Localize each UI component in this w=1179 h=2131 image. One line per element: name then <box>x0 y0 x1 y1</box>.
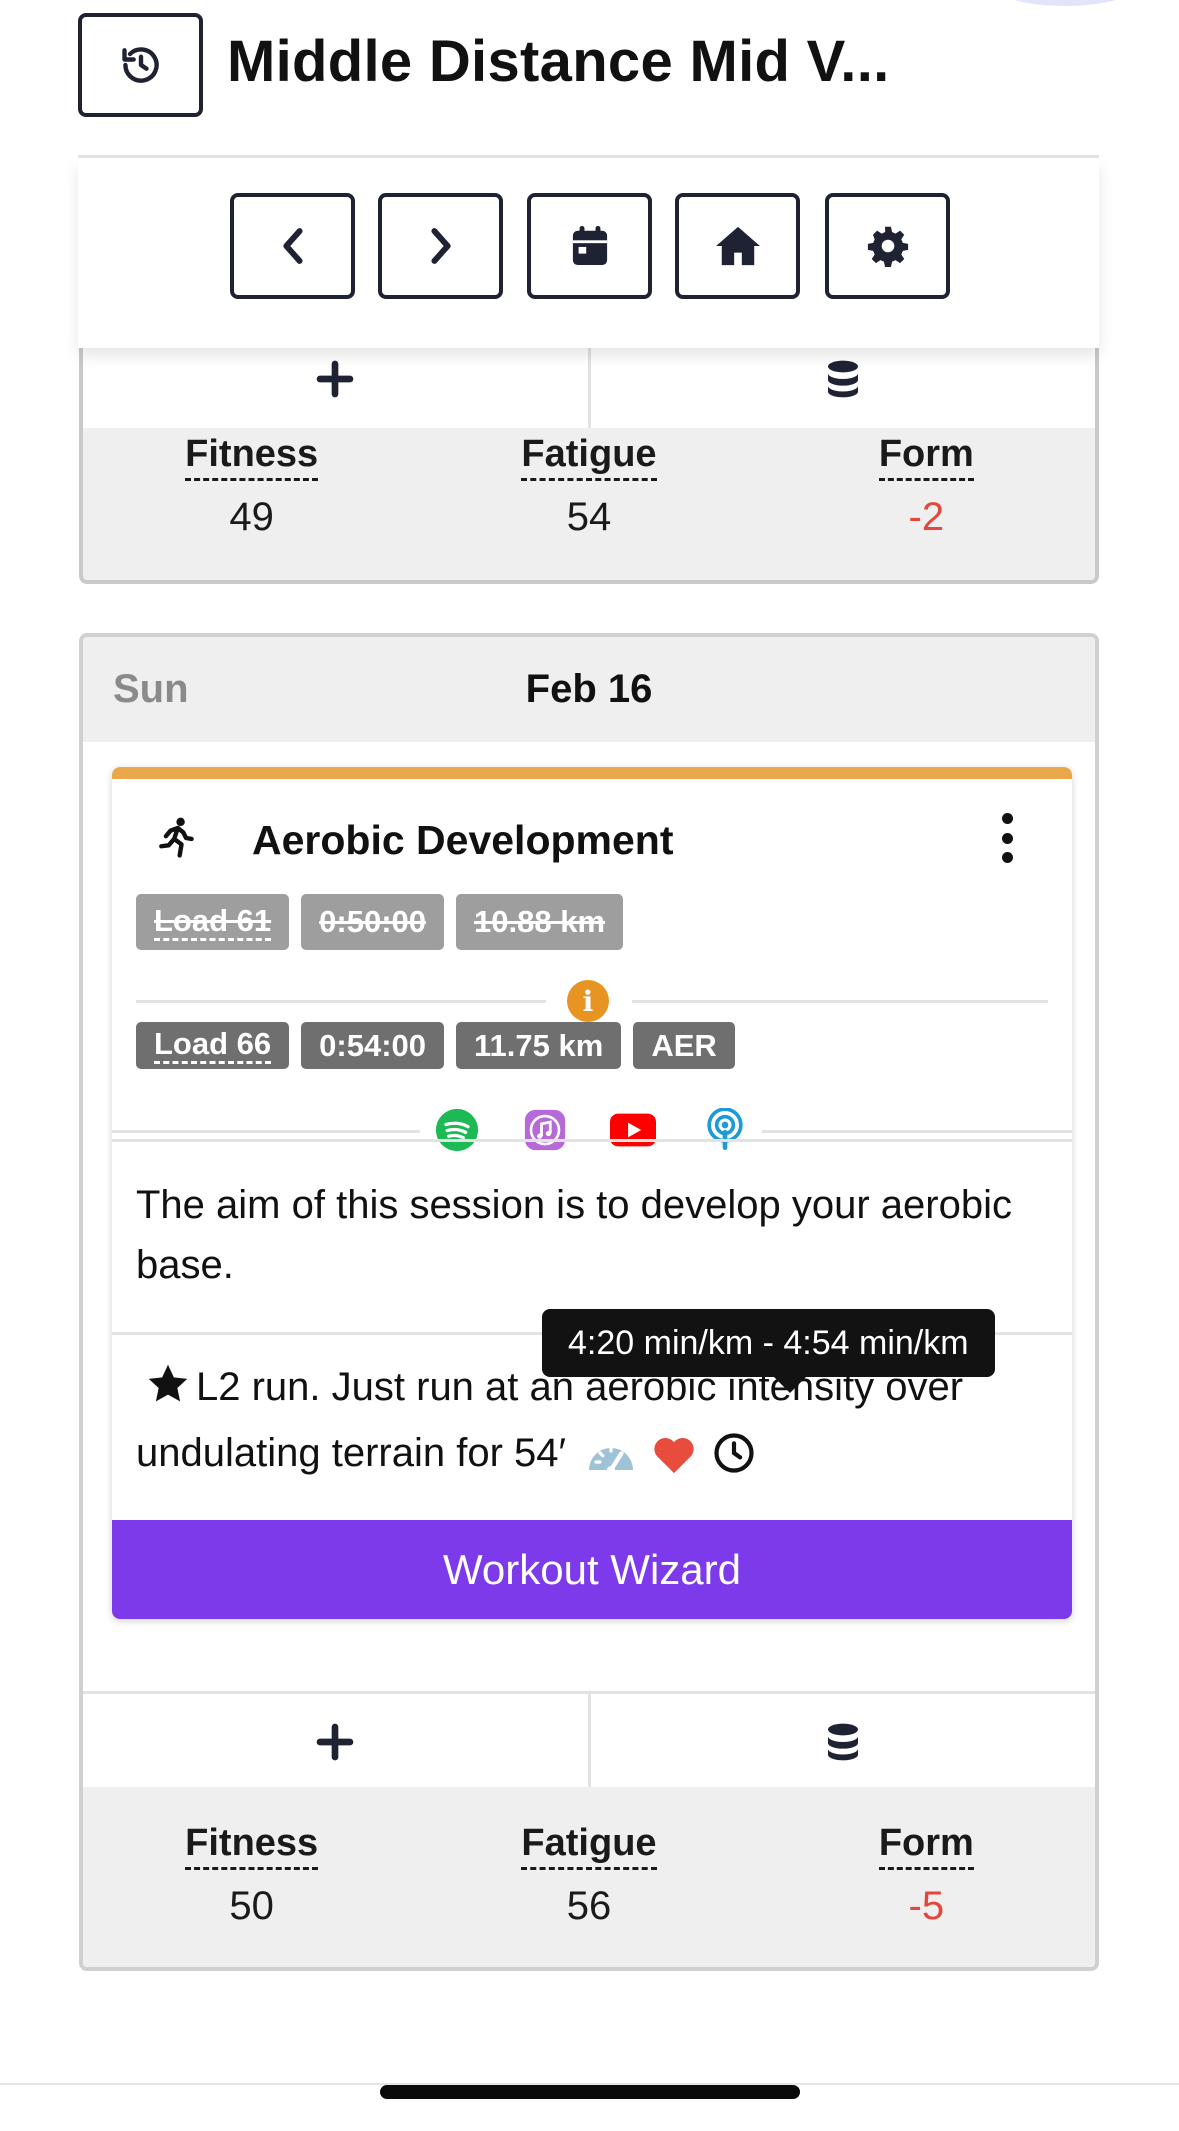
library-button[interactable] <box>587 1694 1096 1789</box>
previous-day-card: Fitness 49 Fatigue 54 Form -2 <box>79 330 1099 584</box>
chevron-left-icon <box>282 228 303 264</box>
settings-button[interactable] <box>825 193 950 299</box>
day-header: Sun Feb 16 <box>83 637 1095 742</box>
previous-day-metrics: Fitness 49 Fatigue 54 Form -2 <box>83 432 1095 539</box>
day-actions <box>83 1691 1095 1789</box>
history-icon <box>121 47 159 83</box>
planned-distance-badge: 10.88 km <box>456 894 624 950</box>
day-date: Feb 16 <box>525 667 653 711</box>
planned-load-text: Load 61 <box>154 903 272 941</box>
more-options-icon[interactable] <box>992 813 1022 863</box>
planned-divider-right <box>632 1000 1048 1003</box>
fitness-value: 49 <box>229 495 274 539</box>
home-icon <box>715 226 760 266</box>
fatigue-value: 54 <box>566 495 612 539</box>
runner-icon <box>154 815 198 866</box>
fitness-label[interactable]: Fitness <box>185 1821 319 1870</box>
youtube-icon[interactable] <box>610 1107 656 1153</box>
itunes-icon[interactable] <box>522 1107 568 1153</box>
previous-button[interactable] <box>230 193 355 299</box>
actual-load-badge[interactable]: Load 66 <box>136 1022 290 1069</box>
add-workout-button[interactable] <box>83 1694 588 1789</box>
info-icon[interactable]: i <box>567 980 609 1022</box>
form-value: -2 <box>908 495 945 539</box>
planned-duration-badge: 0:50:00 <box>301 894 445 950</box>
workout-description: The aim of this session is to develop yo… <box>136 1183 1012 1287</box>
plus-icon <box>316 1723 354 1760</box>
gear-icon <box>867 226 908 267</box>
actual-badges: Load 66 0:54:00 11.75 km AER <box>136 1022 735 1069</box>
media-divider-right <box>762 1130 1072 1133</box>
chevron-right-icon <box>430 228 451 264</box>
form-metric: Form -5 <box>758 1821 1095 1928</box>
form-label[interactable]: Form <box>878 432 974 481</box>
database-icon <box>827 360 858 398</box>
star-icon <box>146 1362 190 1423</box>
workout-title: Aerobic Development <box>252 817 674 863</box>
day-card: Sun Feb 16 Aerobic Development Load 61 0… <box>79 633 1099 1971</box>
workout-card[interactable]: Aerobic Development Load 61 0:50:00 10.8… <box>112 767 1072 1619</box>
clock-icon[interactable] <box>713 1431 755 1491</box>
fatigue-metric: Fatigue 56 <box>420 1821 757 1928</box>
next-button[interactable] <box>378 193 503 299</box>
home-indicator[interactable] <box>380 2085 800 2099</box>
actual-duration-badge: 0:54:00 <box>301 1022 445 1069</box>
calendar-icon <box>572 226 607 265</box>
planned-load-badge[interactable]: Load 61 <box>136 894 290 950</box>
fatigue-metric: Fatigue 54 <box>420 432 757 539</box>
history-button[interactable] <box>78 13 203 117</box>
spotify-icon[interactable] <box>434 1107 480 1153</box>
fatigue-label[interactable]: Fatigue <box>521 1821 657 1870</box>
media-divider-left <box>112 1130 420 1133</box>
workout-instructions: L2 run. Just run at an aerobic intensity… <box>136 1357 1046 1491</box>
form-label[interactable]: Form <box>878 1821 974 1870</box>
actual-distance-badge: 11.75 km <box>456 1022 622 1069</box>
speedometer-icon[interactable] <box>587 1431 635 1491</box>
workout-color-bar <box>112 767 1072 779</box>
actual-load-text: Load 66 <box>154 1027 272 1064</box>
page-title: Middle Distance Mid V... <box>227 29 890 94</box>
fitness-metric: Fitness 50 <box>83 1821 420 1928</box>
fitness-metric: Fitness 49 <box>83 432 420 539</box>
instructions-text: L2 run. Just run at an aerobic intensity… <box>136 1365 964 1475</box>
corner-decoration <box>990 0 1140 6</box>
home-button[interactable] <box>675 193 800 299</box>
fitness-label[interactable]: Fitness <box>185 432 319 481</box>
form-metric: Form -2 <box>758 432 1095 539</box>
calendar-button[interactable] <box>527 193 652 299</box>
pace-tooltip: 4:20 min/km - 4:54 min/km <box>542 1309 995 1393</box>
fatigue-label[interactable]: Fatigue <box>521 432 657 481</box>
plus-icon <box>316 360 354 398</box>
heart-icon[interactable] <box>652 1431 696 1491</box>
media-section-line <box>112 1139 1072 1142</box>
planned-divider-left <box>136 1000 546 1003</box>
workout-wizard-button[interactable]: Workout Wizard <box>112 1520 1072 1619</box>
fatigue-value: 56 <box>566 1884 612 1928</box>
database-icon <box>827 1723 858 1760</box>
fitness-value: 50 <box>229 1884 274 1928</box>
zone-badge: AER <box>633 1022 735 1069</box>
podcast-icon[interactable] <box>702 1107 748 1153</box>
day-metrics: Fitness 50 Fatigue 56 Form -5 <box>83 1821 1095 1928</box>
planned-badges: Load 61 0:50:00 10.88 km <box>136 894 624 950</box>
form-value: -5 <box>908 1884 945 1928</box>
